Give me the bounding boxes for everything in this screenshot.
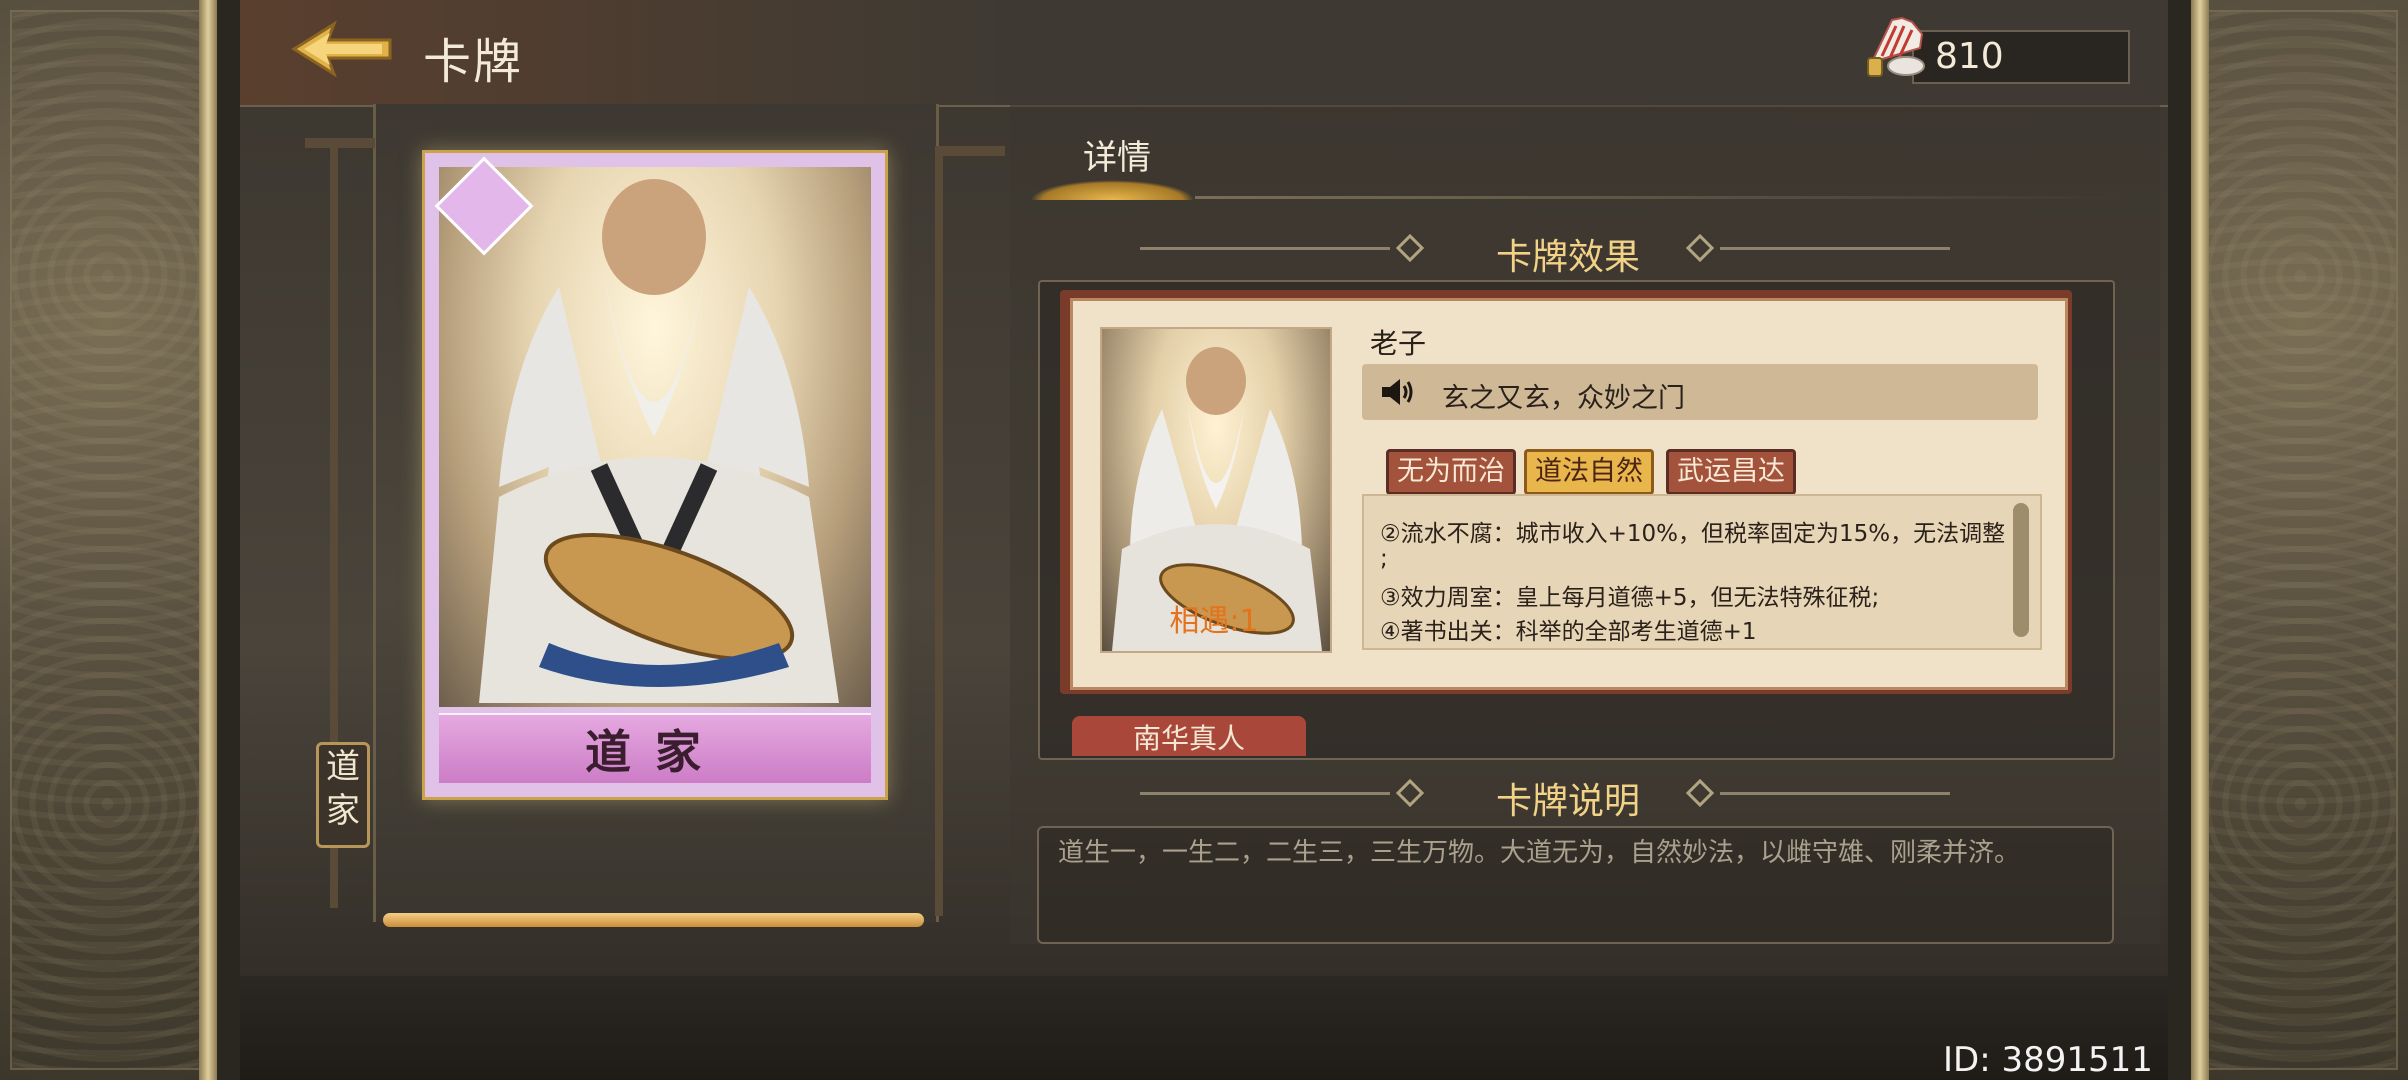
- gold-pillar: [199, 0, 217, 1080]
- skill-tab-2[interactable]: 道法自然: [1524, 449, 1654, 495]
- card-large[interactable]: 道家: [422, 150, 888, 800]
- progress-fill: [383, 913, 924, 927]
- tab-details[interactable]: 详情: [1037, 130, 1197, 200]
- frame-beam: [935, 146, 1005, 156]
- left-border-decoration: [0, 0, 217, 1080]
- effect-line: ③效力周室：皇上每月道德+5，但无法特殊征税;: [1380, 585, 1880, 611]
- skill-tab-3[interactable]: 武运昌达: [1666, 449, 1796, 495]
- school-vertical-tag[interactable]: 道家: [316, 742, 370, 848]
- heading-divider-left: [1140, 247, 1390, 250]
- card-name-plate: 道家: [439, 713, 871, 783]
- page-title: 卡牌: [423, 34, 524, 90]
- effect-scrollbar[interactable]: [2013, 503, 2029, 637]
- heading-divider-right: [1720, 792, 1950, 795]
- effect-description-scroll[interactable]: ②流水不腐：城市收入+10%，但税率固定为15%，无法调整 ; ③效力周室：皇上…: [1362, 494, 2042, 650]
- back-button[interactable]: [290, 18, 400, 80]
- speaker-icon[interactable]: [1380, 376, 1416, 408]
- skill-tab-1[interactable]: 无为而治: [1386, 449, 1516, 495]
- encounter-count: 相遇:1: [1169, 604, 1259, 639]
- footer-bar: [240, 976, 2168, 1080]
- back-arrow-icon: [291, 20, 392, 78]
- right-border-decoration: [2191, 0, 2408, 1080]
- card-description-text: 道生一，一生二，二生三，三生万物。大道无为，自然妙法，以雌守雄、刚柔并济。: [1058, 838, 2021, 868]
- currency-value: 810: [1935, 36, 2004, 77]
- character-quote: 玄之又玄，众妙之门: [1442, 383, 1685, 414]
- player-id: ID: 3891511: [1943, 1040, 2153, 1080]
- tab-divider: [1195, 196, 2135, 199]
- currency-fan-icon: [1862, 12, 1932, 82]
- effect-line: ②流水不腐：城市收入+10%，但税率固定为15%，无法调整: [1380, 521, 2006, 547]
- dragon-pattern: [2203, 10, 2398, 1070]
- effect-line: ;: [1380, 546, 1388, 572]
- heading-divider-left: [1140, 792, 1390, 795]
- card-illustration: [439, 167, 871, 707]
- frame-beam: [305, 138, 375, 148]
- heading-divider-right: [1720, 247, 1950, 250]
- character-name: 老子: [1370, 327, 1427, 360]
- gold-pillar: [2191, 0, 2209, 1080]
- frame-post: [935, 156, 943, 916]
- effect-line: ④著书出关：科举的全部考生道德+1: [1380, 619, 1757, 645]
- next-card-tab[interactable]: 南华真人: [1072, 716, 1306, 756]
- dragon-pattern: [10, 10, 205, 1070]
